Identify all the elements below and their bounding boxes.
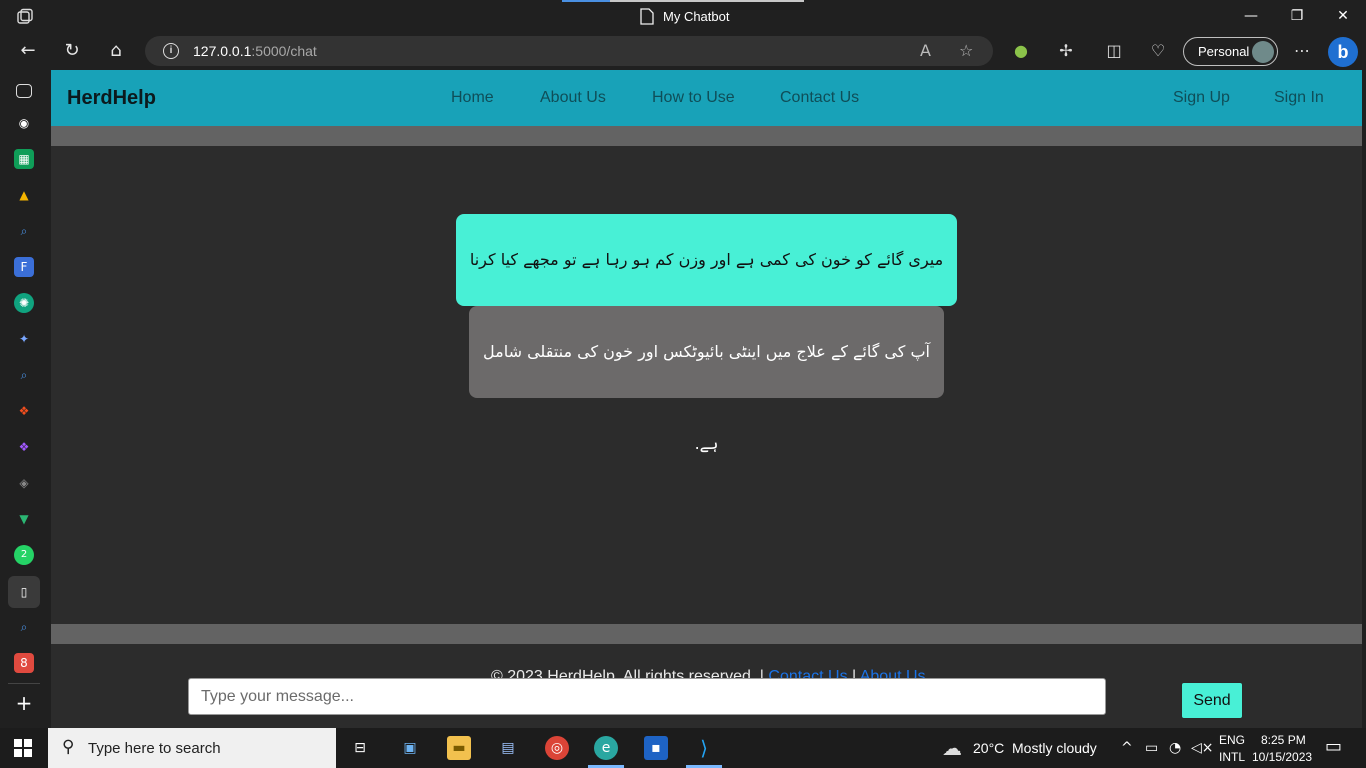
- refresh-icon[interactable]: ↻: [58, 37, 86, 65]
- browser-essentials-icon[interactable]: ♡: [1148, 41, 1168, 61]
- chrome-icon[interactable]: ◎: [545, 736, 569, 760]
- header-divider-band: [51, 126, 1362, 146]
- weather-temp[interactable]: 20°C: [973, 740, 1004, 756]
- battery-icon[interactable]: ▭: [1145, 740, 1158, 756]
- nav-how-to-use[interactable]: How to Use: [652, 89, 735, 107]
- home-icon[interactable]: ⌂: [102, 37, 130, 65]
- restore-icon[interactable]: ❐: [1274, 0, 1320, 33]
- window-title: My Chatbot: [663, 9, 730, 24]
- browser-sidebar: ◉ ▦ ▲ ⌕ F ✺ ✦ ⌕ ❖ ❖ ◈ ▼ 2 ▯ ⌕ 8 +: [0, 69, 48, 728]
- sidebar-divider: [8, 683, 40, 684]
- github-icon[interactable]: ◉: [14, 113, 34, 133]
- split-screen-icon[interactable]: ◫: [1104, 41, 1124, 61]
- page-viewport: HerdHelp Home About Us How to Use Contac…: [51, 70, 1362, 728]
- taskbar-search[interactable]: ⚲ Type here to search: [48, 728, 336, 768]
- site-header: HerdHelp Home About Us How to Use Contac…: [51, 70, 1362, 126]
- windows-start-icon[interactable]: [14, 739, 32, 757]
- nav-home[interactable]: Home: [451, 89, 494, 107]
- browser-title-bar: My Chatbot — ❐ ✕: [0, 0, 1366, 33]
- favorite-star-icon[interactable]: ☆: [959, 41, 973, 60]
- close-icon[interactable]: ✕: [1320, 0, 1366, 33]
- weather-desc[interactable]: Mostly cloudy: [1012, 740, 1097, 756]
- vscode-icon[interactable]: ⟩: [692, 736, 716, 760]
- send-button[interactable]: Send: [1181, 682, 1243, 719]
- copilot-icon[interactable]: b: [1328, 37, 1358, 67]
- volume-muted-icon[interactable]: ◁×: [1191, 740, 1214, 756]
- browser-toolbar: ← ↻ ⌂ i 127.0.0.1:5000/chat A ☆ ● ✢ ◫ ♡ …: [0, 33, 1366, 69]
- chatgpt-icon[interactable]: ✺: [14, 293, 34, 313]
- sheets-icon[interactable]: ▦: [14, 149, 34, 169]
- drive-icon[interactable]: ▲: [14, 185, 34, 205]
- minimize-icon[interactable]: —: [1228, 0, 1274, 33]
- windows-taskbar: ⚲ Type here to search ⊟ ▣ ▬ ▤ ◎ e ▪ ⟩ ☁ …: [0, 728, 1366, 768]
- search-icon: ⚲: [62, 737, 75, 757]
- search-icon-2[interactable]: ⌕: [14, 365, 34, 385]
- clock-date[interactable]: 10/15/2023: [1252, 750, 1312, 764]
- page-doc-icon[interactable]: ▯: [14, 582, 34, 602]
- more-options-icon[interactable]: ⋯: [1292, 41, 1312, 61]
- back-icon[interactable]: ←: [14, 37, 42, 65]
- pc-icon[interactable]: ▣: [398, 736, 422, 760]
- user-message: میری گائے کو خون کی کمی ہے اور وزن کم ہو…: [456, 214, 957, 361]
- control-panel-icon[interactable]: ▤: [496, 736, 520, 760]
- clock-time[interactable]: 8:25 PM: [1261, 733, 1306, 747]
- message-input[interactable]: [188, 678, 1106, 715]
- wifi-icon[interactable]: ◔: [1169, 740, 1181, 756]
- tab-indicator-active: [610, 0, 804, 2]
- chevron-up-icon[interactable]: ^: [1121, 740, 1133, 756]
- brand-logo[interactable]: HerdHelp: [67, 87, 156, 110]
- workspaces-icon[interactable]: [16, 8, 34, 26]
- file-explorer-icon[interactable]: ▬: [447, 736, 471, 760]
- avatar: [1252, 41, 1274, 63]
- app-icon[interactable]: ▪: [644, 736, 668, 760]
- tab-indicator: [562, 0, 610, 2]
- site-info-icon[interactable]: i: [163, 43, 179, 59]
- figma-icon-2[interactable]: ❖: [14, 437, 34, 457]
- whatsapp-icon[interactable]: 2: [14, 545, 34, 565]
- search-icon-3[interactable]: ⌕: [14, 617, 34, 637]
- page-icon: [640, 8, 654, 25]
- app-icon[interactable]: 8: [14, 653, 34, 673]
- task-view-icon[interactable]: ⊟: [348, 736, 372, 760]
- notifications-icon[interactable]: ▭: [1325, 736, 1342, 757]
- footer-divider-band: [51, 624, 1362, 644]
- layers-icon[interactable]: ◈: [14, 473, 34, 493]
- tab-actions-icon[interactable]: [16, 84, 32, 98]
- nav-sign-up[interactable]: Sign Up: [1173, 89, 1230, 107]
- weather-icon[interactable]: ☁: [942, 736, 962, 761]
- extension-icon[interactable]: ●: [1011, 41, 1031, 61]
- search-icon[interactable]: ⌕: [14, 221, 34, 241]
- address-bar[interactable]: i 127.0.0.1:5000/chat A ☆: [145, 36, 993, 66]
- url-text[interactable]: 127.0.0.1:5000/chat: [193, 43, 317, 59]
- lang-top[interactable]: ENG: [1219, 733, 1245, 747]
- extensions-puzzle-icon[interactable]: ✢: [1056, 41, 1076, 61]
- edge-icon[interactable]: e: [594, 736, 618, 760]
- bot-message: آپ کی گائے کے علاج میں اینٹی بائیوٹکس او…: [469, 306, 944, 453]
- figma-icon[interactable]: ❖: [14, 401, 34, 421]
- add-icon[interactable]: +: [14, 693, 34, 713]
- read-aloud-icon[interactable]: A: [920, 41, 931, 60]
- nav-sign-in[interactable]: Sign In: [1274, 89, 1324, 107]
- lang-bottom[interactable]: INTL: [1219, 750, 1245, 764]
- gemini-icon[interactable]: ✦: [14, 329, 34, 349]
- forms-icon[interactable]: F: [14, 257, 34, 277]
- vue-icon[interactable]: ▼: [14, 509, 34, 529]
- profile-button[interactable]: Personal: [1183, 37, 1278, 66]
- nav-about-us[interactable]: About Us: [540, 89, 606, 107]
- nav-contact-us[interactable]: Contact Us: [780, 89, 859, 107]
